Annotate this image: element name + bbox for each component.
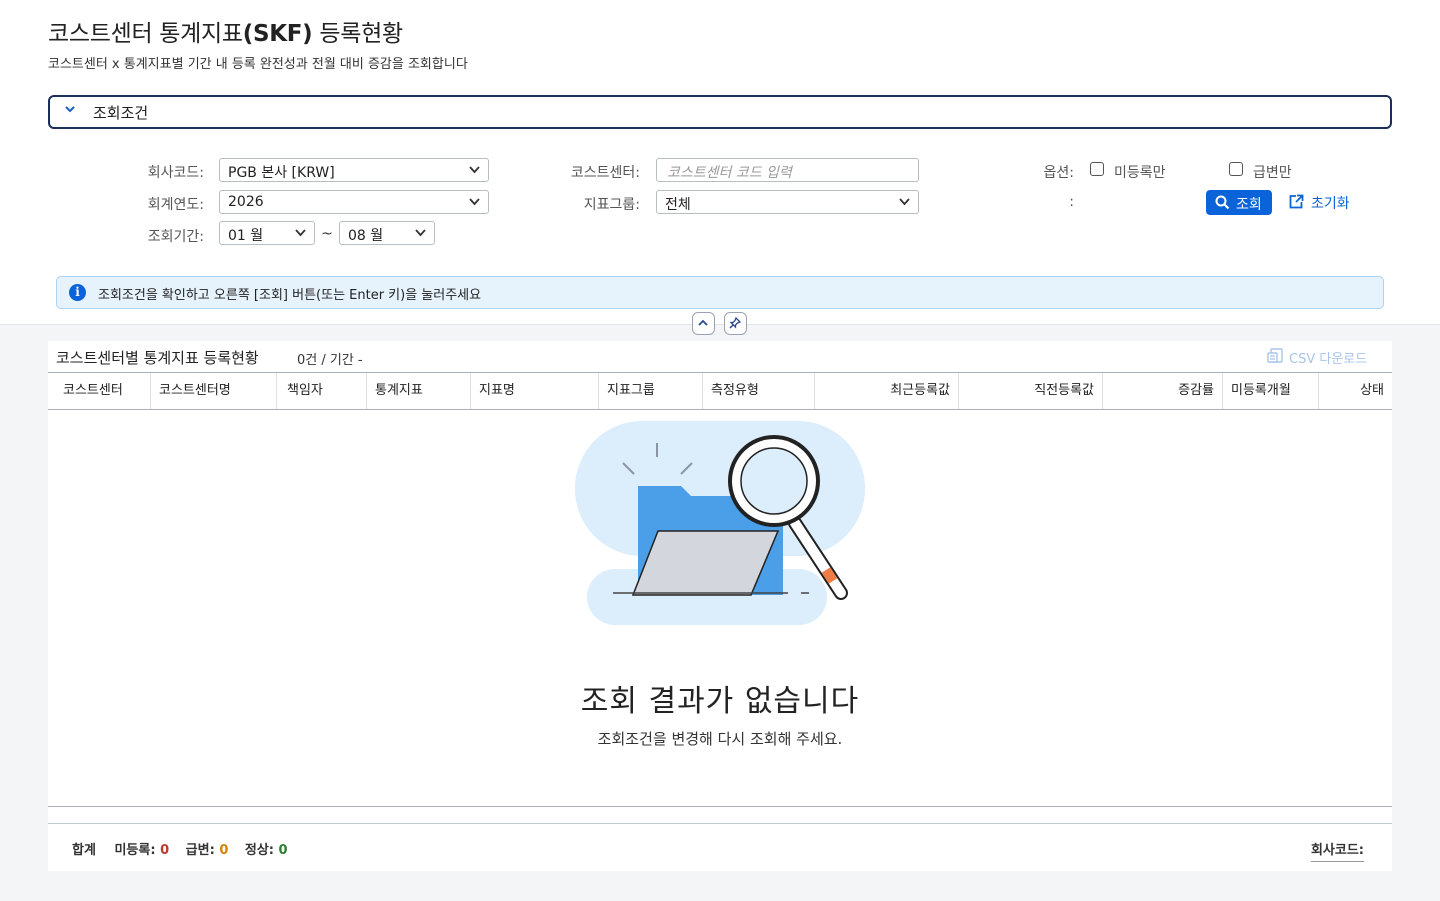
period-to-select[interactable]: 08 월 [339, 221, 435, 245]
search-icon [1215, 195, 1230, 210]
cost-center-input[interactable]: 코스트센터 코드 입력 [656, 158, 919, 182]
page-title: 코스트센터 통계지표(SKF) 등록현황 [48, 14, 403, 48]
page-subtitle: 코스트센터 x 통계지표별 기간 내 등록 완전성과 전월 대비 증감을 조회합… [48, 57, 468, 72]
company-code-value: PGB 본사 [KRW] [228, 165, 335, 181]
empty-state-title: 조회 결과가 없습니다 [580, 684, 860, 719]
column-header[interactable]: 코스트센터명 [151, 373, 277, 409]
empty-state-subtitle: 조회조건을 변경해 다시 조회해 주세요. [597, 730, 843, 748]
chevron-down-icon [469, 198, 480, 206]
column-header[interactable]: 상태 [1319, 373, 1392, 409]
collapse-conditions-button[interactable] [692, 312, 715, 335]
summary-unregistered-label: 미등록: [114, 843, 156, 858]
summary-normal-label: 정상: [244, 843, 275, 858]
results-panel: 코스트센터별 통계지표 등록현황 0건 / 기간 - CSV 다운로드 코스트센… [48, 341, 1392, 871]
chevron-down-icon [65, 106, 75, 113]
cost-center-label: 코스트센터: [570, 165, 640, 181]
fiscal-year-select[interactable]: 2026 [219, 190, 489, 214]
column-header[interactable]: 지표그룹 [599, 373, 703, 409]
summary-sudden-value: 0 [219, 843, 229, 858]
sudden-change-only-label[interactable]: 급변만 [1253, 162, 1292, 182]
fiscal-year-value: 2026 [228, 194, 264, 210]
conditions-toggle-bar[interactable]: 조회조건 [48, 95, 1392, 129]
blank-option-label: : [1069, 194, 1074, 210]
page-title-prefix: 코스트센터 통계지표 [48, 21, 243, 47]
summary-unregistered-value: 0 [160, 843, 170, 858]
indicator-group-label: 지표그룹: [583, 197, 640, 213]
results-table-header: 코스트센터 코스트센터명 책임자 통계지표 지표명 지표그룹 측정유형 최근등록… [48, 372, 1392, 410]
page-title-suffix: 등록현황 [312, 21, 403, 47]
column-header[interactable]: 통계지표 [367, 373, 471, 409]
pin-icon [729, 317, 741, 329]
info-banner: i 조회조건을 확인하고 오른쪽 [조회] 버튼(또는 Enter 키)을 눌러… [56, 276, 1384, 309]
indicator-group-value: 전체 [665, 197, 691, 213]
page-top: 코스트센터 통계지표(SKF) 등록현황 코스트센터 x 통계지표별 기간 내 … [0, 0, 1440, 324]
column-header[interactable]: 미등록개월 [1223, 373, 1319, 409]
unregistered-only-checkbox[interactable] [1090, 162, 1104, 176]
info-icon: i [69, 284, 86, 301]
column-header[interactable]: 코스트센터 [55, 373, 151, 409]
indicator-group-select[interactable]: 전체 [656, 190, 919, 214]
search-button[interactable]: 조회 [1206, 190, 1272, 215]
pin-conditions-button[interactable] [724, 312, 747, 335]
summary-sudden-label: 급변: [185, 843, 215, 858]
chevron-down-icon [295, 229, 306, 237]
reset-button-label: 초기화 [1311, 196, 1350, 212]
column-header[interactable]: 측정유형 [703, 373, 815, 409]
csv-icon [1267, 348, 1283, 363]
column-header[interactable]: 직전등록값 [959, 373, 1103, 409]
summary-total-label: 합계 [72, 843, 96, 858]
summary-company-code-label: 회사코드: [1310, 839, 1364, 862]
collapse-up-icon [698, 319, 708, 326]
column-header[interactable]: 책임자 [279, 373, 367, 409]
results-count: 0건 / 기간 - [297, 353, 363, 368]
divider [48, 806, 1392, 807]
period-to-value: 08 월 [348, 228, 384, 244]
csv-download-label: CSV 다운로드 [1289, 352, 1368, 367]
period-separator: ~ [321, 226, 333, 242]
chevron-down-icon [899, 198, 910, 206]
summary-normal-value: 0 [278, 843, 288, 858]
chevron-down-icon [415, 229, 426, 237]
options-label: 옵션: [1043, 165, 1074, 181]
info-text: 조회조건을 확인하고 오른쪽 [조회] 버튼(또는 Enter 키)을 눌러주세… [98, 288, 482, 303]
page-title-bold: (SKF) [242, 21, 313, 47]
results-title: 코스트센터별 통계지표 등록현황 [56, 349, 259, 367]
column-header[interactable]: 증감률 [1103, 373, 1223, 409]
column-header[interactable]: 지표명 [471, 373, 599, 409]
company-code-select[interactable]: PGB 본사 [KRW] [219, 158, 489, 182]
reset-icon [1289, 194, 1304, 209]
column-header[interactable]: 최근등록값 [815, 373, 959, 409]
fiscal-year-label: 회계연도: [147, 197, 204, 213]
summary-footer: 합계 미등록: 0 급변: 0 정상: 0 [72, 839, 288, 858]
sudden-change-only-checkbox[interactable] [1229, 162, 1243, 176]
empty-search-illustration [575, 421, 865, 625]
period-from-value: 01 월 [228, 228, 264, 244]
unregistered-only-label[interactable]: 미등록만 [1114, 162, 1166, 182]
divider [48, 823, 1392, 824]
company-code-label: 회사코드: [147, 165, 204, 181]
search-button-label: 조회 [1236, 197, 1262, 213]
chevron-down-icon [469, 166, 480, 174]
period-from-select[interactable]: 01 월 [219, 221, 315, 245]
period-label: 조회기간: [147, 229, 204, 245]
conditions-header-label: 조회조건 [93, 104, 149, 122]
